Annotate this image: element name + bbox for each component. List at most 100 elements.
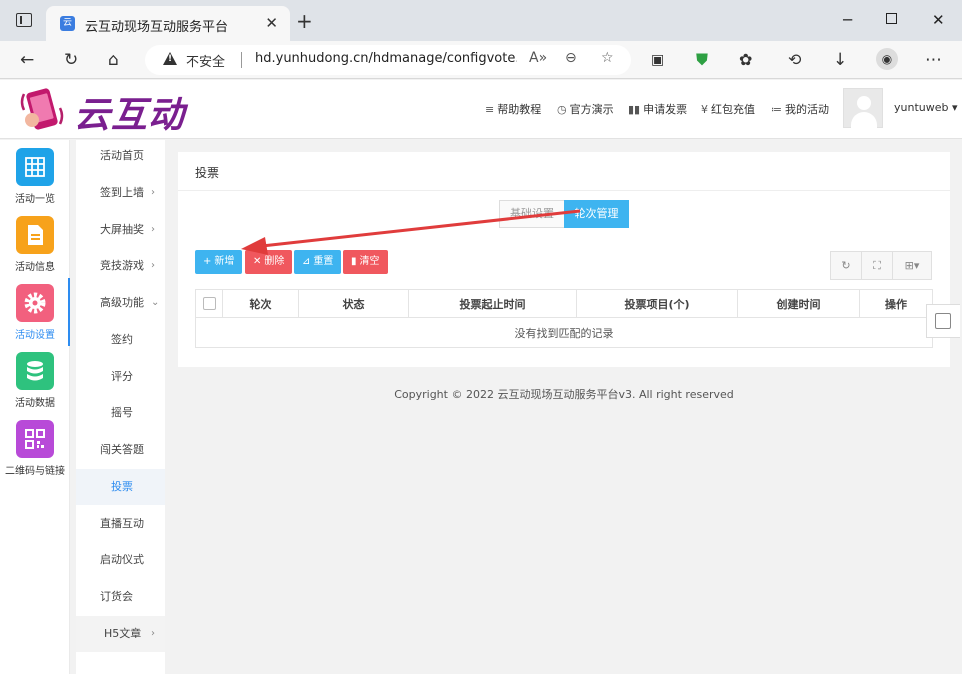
tab-close-icon[interactable]: ✕ — [265, 14, 278, 32]
nav-label: 我的活动 — [785, 103, 829, 116]
address-bar[interactable]: 不安全 hd.yunhudong.cn/hdmanage/configvote.… — [145, 45, 631, 75]
download-icon[interactable]: ↓ — [833, 50, 847, 70]
submenu-item-score[interactable]: 评分 — [76, 359, 165, 395]
chevron-down-icon: ▾ — [951, 101, 958, 114]
delete-button[interactable]: ✕ 删除 — [245, 250, 293, 274]
tab-actions-icon[interactable] — [16, 13, 32, 27]
submenu-item-sign[interactable]: 签约 — [76, 322, 165, 358]
submenu-item-home[interactable]: 活动首页 — [76, 138, 165, 174]
nav-label: 帮助教程 — [497, 103, 542, 116]
submenu-item-quiz[interactable]: 闯关答题 — [76, 432, 165, 468]
favicon-icon: 云 — [60, 16, 75, 31]
submenu-item-checkin[interactable]: 签到上墙 › — [76, 175, 165, 211]
extensions-icon[interactable]: ✿ — [739, 50, 752, 70]
collections-icon[interactable]: ▣ — [651, 50, 664, 70]
rail-item-overview[interactable]: 活动一览 — [0, 142, 70, 210]
home-icon[interactable]: ⌂ — [108, 50, 119, 70]
submenu-item-draw[interactable]: 摇号 — [76, 395, 165, 431]
submenu-item-lottery[interactable]: 大屏抽奖 › — [76, 212, 165, 248]
chevron-right-icon: › — [151, 260, 155, 271]
official-demo-link[interactable]: ◷ 官方演示 — [557, 101, 614, 117]
submenu-label: 订货会 — [100, 590, 133, 603]
secondary-nav: 活动首页 签到上墙 › 大屏抽奖 › 竞技游戏 › 高级功能 ⌄ 签约 评分 摇号 闯关… — [76, 140, 165, 674]
columns-icon[interactable]: ⊞▾ — [893, 252, 931, 279]
tab-basic-settings[interactable]: 基础设置 — [499, 200, 565, 228]
column-header[interactable]: 状态 — [298, 289, 409, 318]
submenu-item-launch[interactable]: 启动仪式 — [76, 542, 165, 578]
my-activities-link[interactable]: ≔ 我的活动 — [771, 101, 829, 117]
close-window-icon[interactable]: ✕ — [932, 11, 945, 29]
column-header: 操作 — [859, 289, 933, 318]
button-label: 清空 — [359, 256, 380, 267]
document-icon — [16, 216, 54, 254]
vote-panel: 投票 基础设置 轮次管理 + 新增 ✕ 删除 ⊿ 重置 ▮ 清空 ↻ ⛶ ⊞▾ 轮次 状… — [178, 152, 950, 367]
tab-title: 云互动现场互动服务平台 — [85, 20, 229, 35]
rail-label: 活动一览 — [15, 194, 55, 205]
rail-item-settings[interactable]: 活动设置 — [0, 278, 70, 346]
rail-item-qrcode[interactable]: 二维码与链接 — [0, 414, 70, 482]
table-header-row: 轮次 状态 投票起止时间 投票项目(个) 创建时间 操作 — [195, 289, 933, 318]
profile-icon[interactable]: ◉ — [876, 48, 898, 70]
submenu-label: 竞技游戏 — [100, 259, 144, 272]
zoom-out-icon[interactable]: ⊖ — [565, 50, 577, 66]
column-header[interactable]: 投票项目(个) — [576, 289, 738, 318]
recharge-link[interactable]: ¥ 红包充值 — [701, 101, 755, 117]
add-button[interactable]: + 新增 — [195, 250, 243, 274]
user-menu[interactable]: yuntuweb ▾ — [894, 101, 958, 114]
refresh-icon[interactable]: ↻ — [831, 252, 862, 279]
rail-label: 二维码与链接 — [5, 466, 65, 477]
history-icon[interactable]: ⟲ — [788, 50, 801, 70]
more-menu-icon[interactable]: ⋯ — [925, 50, 942, 70]
reset-button[interactable]: ⊿ 重置 — [294, 250, 342, 274]
logo-text[interactable]: 云互动 — [74, 86, 185, 138]
empty-message: 没有找到匹配的记录 — [195, 317, 933, 348]
floating-qrcode-button[interactable] — [926, 304, 960, 338]
refresh-icon[interactable]: ↻ — [64, 50, 78, 70]
app-header: 云互动 ≡ 帮助教程 ◷ 官方演示 ▮▮ 申请发票 ¥ 红包充值 ≔ 我的活动 yuntu… — [0, 80, 962, 139]
chevron-right-icon: › — [151, 628, 155, 639]
submenu-label: 签到上墙 — [100, 186, 144, 199]
tab-round-management[interactable]: 轮次管理 — [564, 200, 629, 228]
minimize-icon[interactable]: ─ — [843, 11, 852, 29]
chevron-down-icon: ⌄ — [151, 297, 160, 308]
submenu-item-live[interactable]: 直播互动 — [76, 506, 165, 542]
submenu-item-order[interactable]: 订货会 — [76, 579, 165, 615]
favorite-star-icon[interactable]: ☆ — [601, 50, 614, 66]
insecure-label[interactable]: 不安全 — [186, 51, 225, 70]
new-tab-icon[interactable]: + — [296, 11, 313, 31]
help-tutorial-link[interactable]: ≡ 帮助教程 — [485, 101, 541, 117]
warning-icon[interactable] — [163, 52, 177, 65]
nav-label: 申请发票 — [643, 103, 688, 116]
submenu-item-h5[interactable]: H5文章 › — [76, 616, 165, 652]
clock-icon: ◷ — [557, 103, 567, 116]
fullscreen-icon[interactable]: ⛶ — [862, 252, 893, 279]
read-aloud-icon[interactable]: A» — [529, 50, 547, 66]
back-icon[interactable]: ← — [20, 50, 34, 70]
column-header[interactable]: 创建时间 — [737, 289, 860, 318]
shield-extension-icon[interactable]: ⛊ — [696, 50, 708, 70]
avatar[interactable] — [843, 88, 883, 128]
submenu-label: 大屏抽奖 — [100, 223, 144, 236]
submenu-label: 启动仪式 — [100, 553, 144, 566]
rail-item-info[interactable]: 活动信息 — [0, 210, 70, 278]
reset-icon: ⊿ — [302, 256, 311, 267]
gear-icon — [16, 284, 54, 322]
invoice-link[interactable]: ▮▮ 申请发票 — [628, 101, 687, 117]
submenu-item-advanced[interactable]: 高级功能 ⌄ — [76, 285, 165, 321]
rail-item-data[interactable]: 活动数据 — [0, 346, 70, 414]
select-all-cell — [195, 289, 223, 318]
url-text[interactable]: hd.yunhudong.cn/hdmanage/configvote... — [255, 51, 517, 66]
divider — [178, 190, 950, 191]
browser-tab[interactable]: 云 云互动现场互动服务平台 ✕ — [46, 6, 290, 41]
maximize-icon[interactable] — [886, 13, 897, 24]
submenu-label: 直播互动 — [100, 517, 144, 530]
submenu-item-games[interactable]: 竞技游戏 › — [76, 248, 165, 284]
column-header[interactable]: 投票起止时间 — [408, 289, 577, 318]
chevron-right-icon: › — [151, 187, 155, 198]
select-all-checkbox[interactable] — [202, 297, 216, 311]
nav-label: 官方演示 — [569, 103, 614, 116]
clear-button[interactable]: ▮ 清空 — [343, 250, 388, 274]
submenu-label: 摇号 — [111, 406, 133, 419]
column-header[interactable]: 轮次 — [222, 289, 299, 318]
submenu-item-vote[interactable]: 投票 — [76, 469, 165, 505]
